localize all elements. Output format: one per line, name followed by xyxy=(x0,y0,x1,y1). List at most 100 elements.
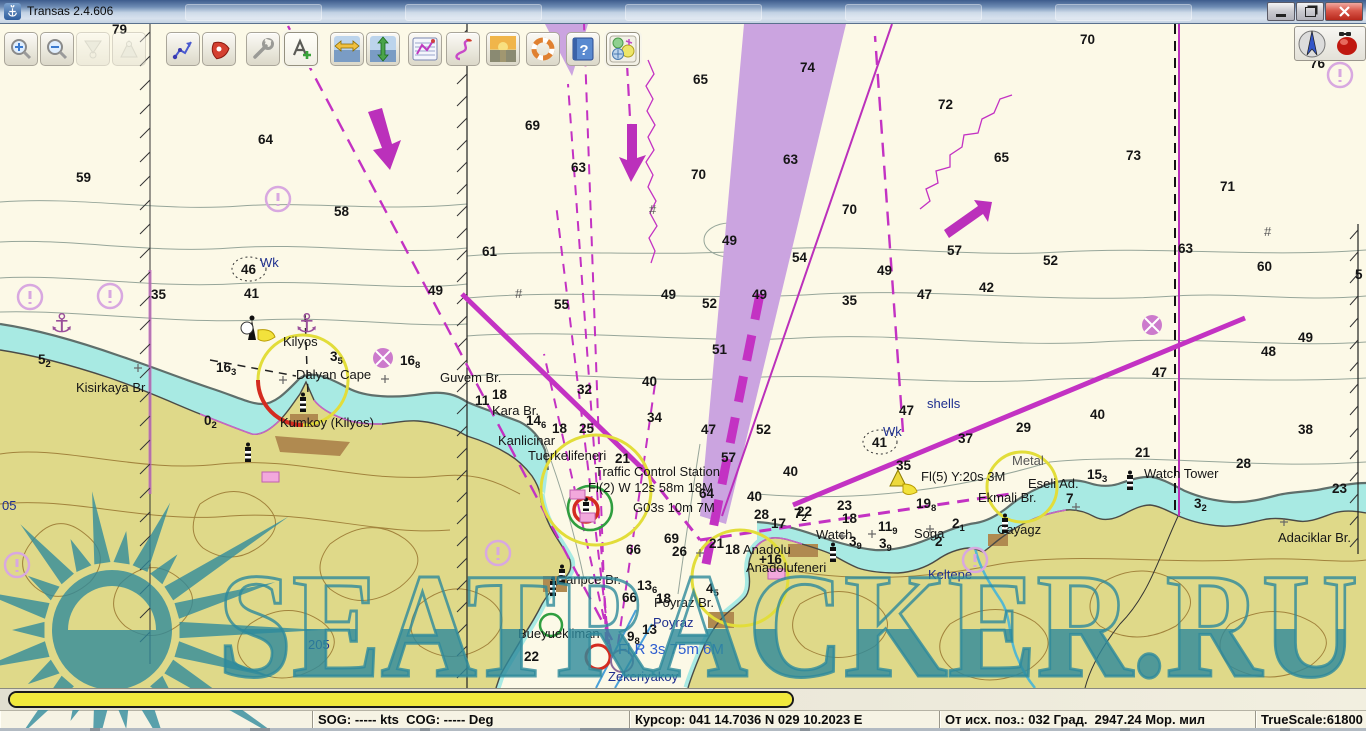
taskbar-ghost xyxy=(1055,4,1192,21)
minimize-button[interactable] xyxy=(1267,2,1295,21)
depth-sounding: 58 xyxy=(334,204,350,219)
toolbar-button-fit-horizontal[interactable] xyxy=(330,32,364,66)
depth-sounding: 70 xyxy=(1080,32,1095,47)
depth-sounding: 48 xyxy=(1261,344,1277,359)
depth-sounding: 49 xyxy=(877,263,892,278)
depth-sounding: 18 xyxy=(492,387,508,402)
chart-label: Keltepe xyxy=(928,567,972,582)
depth-sounding: 28 xyxy=(754,507,770,522)
chart-label: Soga xyxy=(914,526,945,541)
depth-sounding: 57 xyxy=(947,243,962,258)
chart-label: Zekeriyakoy xyxy=(608,669,679,684)
chart-label: Kisirkaya Br xyxy=(76,380,146,395)
depth-sounding: 69 xyxy=(525,118,540,133)
depth-sounding: 11 xyxy=(475,393,490,408)
depth-sounding: 34 xyxy=(647,410,663,425)
chart-label: Dalyan Cape xyxy=(296,367,371,382)
chart-label: Watch Tower xyxy=(1144,466,1219,481)
vertical-arrows-icon xyxy=(370,36,396,62)
ship-icon xyxy=(207,37,231,61)
depth-sounding: 23 xyxy=(1332,481,1348,496)
chart-label: # xyxy=(1264,224,1272,239)
zoom-in-icon xyxy=(9,37,33,61)
chart-label: Fl(5) Y:20s 3M xyxy=(921,469,1005,484)
depth-sounding: 35 xyxy=(151,287,167,302)
zoom-window-icon xyxy=(81,37,105,61)
toolbar-button-zoom-in[interactable] xyxy=(4,32,38,66)
toolbar-button-tools[interactable] xyxy=(246,32,280,66)
chart-label: Ekmali Br. xyxy=(978,490,1037,505)
chart-label: 05 xyxy=(2,498,16,513)
depth-sounding: 41 xyxy=(244,286,260,301)
toolbar-button-route-plan[interactable] xyxy=(408,32,442,66)
toolbar-button-chart-panel[interactable] xyxy=(606,32,640,66)
restore-icon xyxy=(1305,7,1316,17)
depth-sounding: 17 xyxy=(771,516,786,531)
titlebar[interactable]: Transas 2.4.606 xyxy=(0,0,1366,24)
depth-sounding: 47 xyxy=(701,422,716,437)
status-sog-cog: SOG: ----- kts COG: ----- Deg xyxy=(313,711,630,728)
toolbar-button-route-editor[interactable] xyxy=(166,32,200,66)
toolbar-button-help[interactable]: ? xyxy=(566,32,600,66)
depth-sounding: 60 xyxy=(1257,259,1272,274)
depth-sounding: 29 xyxy=(1016,420,1031,435)
chart-label: Tuerkelifeneri xyxy=(528,448,606,463)
depth-sounding: 73 xyxy=(1126,148,1142,163)
toolbar-button-zoom-ship[interactable] xyxy=(112,32,146,66)
chart-label: 205 xyxy=(308,637,330,652)
toolbar-button-track[interactable] xyxy=(446,32,480,66)
restore-button[interactable] xyxy=(1296,2,1324,21)
toolbar-button-add-object[interactable] xyxy=(284,32,318,66)
compass-icon xyxy=(1299,31,1325,57)
depth-sounding: 59 xyxy=(76,170,91,185)
progress-fill xyxy=(10,693,792,706)
chart-label: Guvem Br. xyxy=(440,370,501,385)
depth-sounding: 71 xyxy=(1220,179,1236,194)
chart-label: Anadolufeneri xyxy=(746,560,826,575)
depth-sounding: 52 xyxy=(1043,253,1058,268)
depth-sounding: 7 xyxy=(1066,491,1074,506)
close-icon xyxy=(1339,6,1350,17)
depth-sounding: 28 xyxy=(1236,456,1252,471)
depth-sounding: 49 xyxy=(752,287,767,302)
chart-panel-icon xyxy=(609,35,637,63)
depth-sounding: 32 xyxy=(577,382,592,397)
depth-sounding: 40 xyxy=(783,464,798,479)
depth-sounding: 63 xyxy=(1178,241,1194,256)
chart-label: Wk xyxy=(883,424,902,439)
progress-band xyxy=(0,688,1366,710)
toolbar-button-own-ship[interactable] xyxy=(202,32,236,66)
chart-label: # xyxy=(649,202,657,217)
depth-sounding: 42 xyxy=(979,280,994,295)
close-button[interactable] xyxy=(1325,2,1363,21)
track-icon xyxy=(450,36,476,62)
chart-label: Bueyuekliman xyxy=(518,626,600,641)
depth-sounding: 47 xyxy=(917,287,932,302)
depth-sounding: 49 xyxy=(661,287,676,302)
chart-area[interactable]: ⚓ ⚓ 797074766569726463657371595863707061… xyxy=(0,24,1366,688)
compass-panel[interactable] xyxy=(1294,26,1366,61)
depth-sounding: 49 xyxy=(1298,330,1313,345)
status-blank xyxy=(0,711,313,728)
chart-label: Fl(2) W 12s 58m 18M xyxy=(588,480,713,495)
chart-canvas[interactable]: ⚓ ⚓ 797074766569726463657371595863707061… xyxy=(0,24,1366,688)
chart-label: Cayagz xyxy=(997,522,1041,537)
toolbar-button-zoom-out[interactable] xyxy=(40,32,74,66)
taskbar-ghost xyxy=(405,4,542,21)
add-text-icon xyxy=(289,37,313,61)
lifebuoy-icon xyxy=(530,36,556,62)
zoom-out-icon xyxy=(45,37,69,61)
depth-sounding: 51 xyxy=(712,342,728,357)
toolbar-button-man-overboard[interactable] xyxy=(526,32,560,66)
toolbar-button-zoom-window[interactable] xyxy=(76,32,110,66)
chart-label: Wk xyxy=(260,255,279,270)
depth-sounding: 65 xyxy=(693,72,709,87)
status-from-origin: От исх. поз.: 032 Град. 2947.24 Мор. мил xyxy=(940,711,1256,728)
toolbar-button-fit-vertical[interactable] xyxy=(366,32,400,66)
toolbar-button-day-night[interactable] xyxy=(486,32,520,66)
help-icon: ? xyxy=(570,36,596,62)
depth-sounding: 25 xyxy=(579,421,595,436)
chart-label: Kumkoy (Kilyos) xyxy=(280,415,374,430)
depth-sounding: 35 xyxy=(842,293,858,308)
logbook-icon xyxy=(412,36,438,62)
